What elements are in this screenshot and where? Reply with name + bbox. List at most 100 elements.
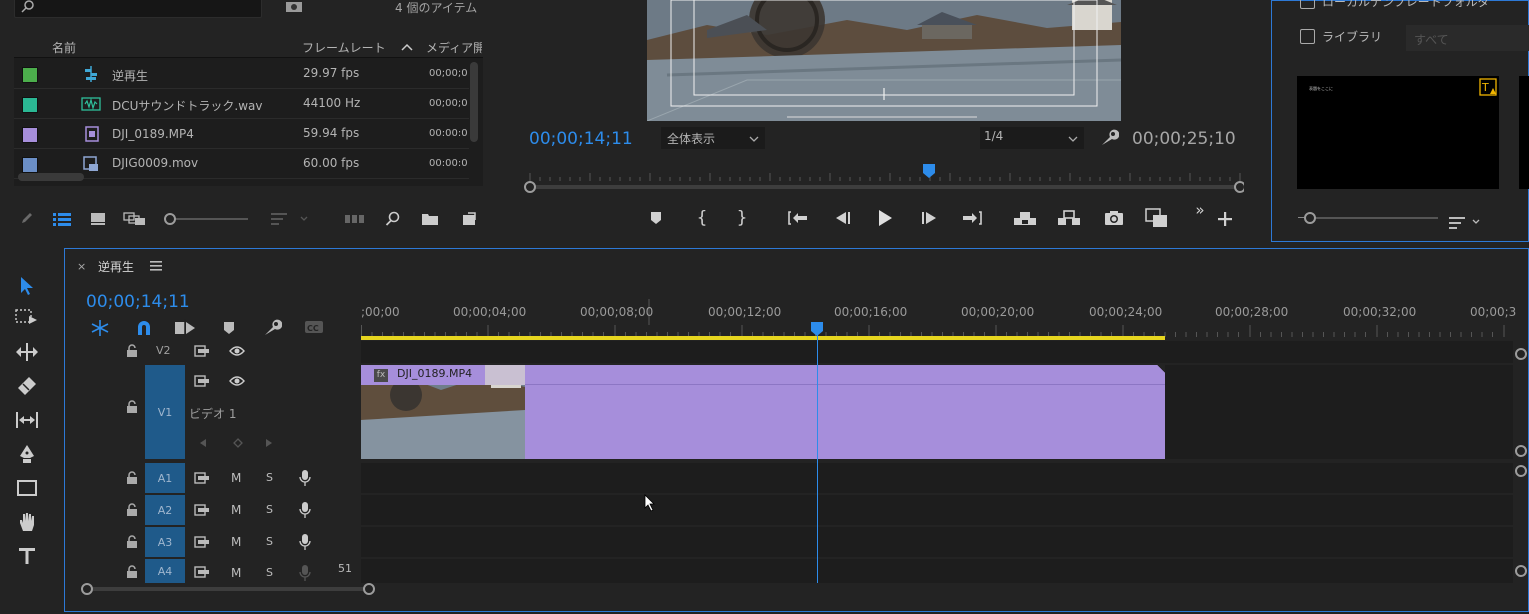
sync-lock-icon[interactable] bbox=[193, 502, 211, 518]
icon-view-icon[interactable] bbox=[90, 211, 106, 227]
playhead-line[interactable] bbox=[817, 335, 818, 583]
vertical-scroll-handle[interactable] bbox=[1515, 348, 1527, 360]
timeline-time-ruler[interactable] bbox=[361, 299, 1513, 341]
search-input[interactable] bbox=[14, 0, 262, 18]
snap-magnet-icon[interactable] bbox=[133, 318, 155, 338]
work-area-bar[interactable] bbox=[361, 336, 1165, 340]
local-templates-checkbox[interactable] bbox=[1300, 0, 1315, 9]
ripple-edit-tool-icon[interactable] bbox=[14, 340, 40, 364]
fx-badge[interactable]: fx bbox=[374, 369, 388, 382]
mute-button[interactable]: M bbox=[231, 471, 241, 485]
track-a3[interactable] bbox=[361, 527, 1513, 557]
playback-resolution-select[interactable]: 1/4 bbox=[980, 127, 1084, 149]
hand-tool-icon[interactable] bbox=[14, 510, 40, 534]
sync-lock-icon[interactable] bbox=[193, 564, 211, 580]
mute-button[interactable]: M bbox=[231, 503, 241, 517]
list-item[interactable]: 逆再生 29.97 fps 00;00;0 bbox=[14, 59, 469, 89]
sync-lock-icon[interactable] bbox=[193, 470, 211, 486]
extract-icon[interactable] bbox=[1056, 208, 1082, 228]
list-item[interactable]: DCUサウンドトラック.wav 44100 Hz 00;00;0 bbox=[14, 89, 469, 119]
column-framerate[interactable]: フレームレート bbox=[302, 39, 386, 56]
timeline-timecode[interactable]: 00;00;14;11 bbox=[86, 292, 190, 312]
captions-icon[interactable]: CC bbox=[303, 319, 325, 335]
step-forward-icon[interactable] bbox=[918, 209, 940, 227]
track-a1[interactable] bbox=[361, 463, 1513, 493]
sort-ascending-icon[interactable] bbox=[400, 42, 414, 52]
playhead-timecode[interactable]: 00;00;14;11 bbox=[529, 129, 633, 149]
lock-icon[interactable] bbox=[125, 502, 139, 518]
wrench-icon[interactable] bbox=[1098, 127, 1120, 149]
track-label-v2[interactable]: V2 bbox=[156, 344, 171, 357]
track-label-a3[interactable]: A3 bbox=[145, 527, 185, 557]
column-media-start[interactable]: メディア開 bbox=[426, 39, 482, 56]
list-item[interactable]: DJI_0189.MP4 59.94 fps 00:00:0 bbox=[14, 119, 469, 149]
find-icon[interactable] bbox=[384, 210, 402, 228]
more-controls-icon[interactable]: » bbox=[1192, 201, 1208, 219]
libraries-checkbox[interactable] bbox=[1300, 29, 1315, 44]
microphone-icon[interactable] bbox=[297, 533, 313, 551]
solo-button[interactable]: S bbox=[266, 535, 273, 548]
new-search-bin-icon[interactable] bbox=[284, 0, 304, 14]
solo-button[interactable]: S bbox=[266, 503, 273, 516]
list-view-icon[interactable] bbox=[52, 211, 72, 227]
new-item-icon[interactable] bbox=[460, 210, 478, 228]
add-marker-icon[interactable] bbox=[648, 209, 664, 227]
vertical-scroll-handle[interactable] bbox=[1515, 445, 1527, 457]
track-label-a1[interactable]: A1 bbox=[145, 463, 185, 493]
new-bin-icon[interactable] bbox=[420, 210, 440, 228]
sync-lock-icon[interactable] bbox=[193, 342, 211, 360]
track-select-tool-icon[interactable] bbox=[14, 306, 40, 330]
timeline-zoom-scrollbar[interactable] bbox=[81, 583, 377, 595]
lock-icon[interactable] bbox=[125, 399, 139, 415]
button-editor-plus-icon[interactable] bbox=[1216, 210, 1234, 228]
step-back-icon[interactable] bbox=[832, 209, 854, 227]
timeline-settings-wrench-icon[interactable] bbox=[261, 317, 283, 339]
toggle-output-eye-icon[interactable] bbox=[227, 373, 247, 389]
add-marker-icon[interactable] bbox=[221, 318, 237, 338]
play-icon[interactable] bbox=[874, 207, 896, 229]
mark-in-icon[interactable]: { bbox=[694, 207, 710, 229]
selection-tool-icon[interactable] bbox=[14, 273, 40, 299]
label-color-swatch[interactable] bbox=[22, 67, 38, 83]
pencil-icon[interactable] bbox=[20, 211, 34, 225]
lock-icon[interactable] bbox=[125, 564, 139, 580]
slip-tool-icon[interactable] bbox=[14, 408, 40, 432]
track-a4[interactable] bbox=[361, 559, 1513, 583]
thumbnail-size-slider[interactable] bbox=[1298, 211, 1438, 225]
hamburger-menu-icon[interactable] bbox=[149, 260, 163, 272]
nest-icon[interactable] bbox=[89, 318, 111, 338]
microphone-icon[interactable] bbox=[297, 564, 313, 582]
solo-button[interactable]: S bbox=[266, 471, 273, 484]
mute-button[interactable]: M bbox=[231, 566, 241, 580]
mute-button[interactable]: M bbox=[231, 535, 241, 549]
template-thumbnail[interactable]: 表題をここに T bbox=[1297, 76, 1499, 189]
type-tool-icon[interactable] bbox=[14, 544, 40, 568]
linked-selection-icon[interactable] bbox=[173, 318, 197, 338]
lift-icon[interactable] bbox=[1012, 208, 1038, 228]
vertical-scroll-handle[interactable] bbox=[1515, 565, 1527, 577]
solo-button[interactable]: S bbox=[266, 566, 273, 579]
label-color-swatch[interactable] bbox=[22, 157, 38, 173]
mark-out-icon[interactable]: } bbox=[734, 207, 750, 229]
program-playhead-icon[interactable] bbox=[922, 163, 936, 179]
automate-to-sequence-icon[interactable] bbox=[344, 211, 366, 227]
razor-tool-icon[interactable] bbox=[14, 374, 40, 398]
track-label-a2[interactable]: A2 bbox=[145, 495, 185, 525]
program-time-ruler[interactable] bbox=[524, 165, 1246, 195]
lock-icon[interactable] bbox=[125, 343, 139, 359]
vertical-scroll-handle[interactable] bbox=[1515, 465, 1527, 477]
sort-menu-icon[interactable] bbox=[1448, 215, 1484, 231]
sync-lock-icon[interactable] bbox=[193, 534, 211, 550]
add-keyframe-icon[interactable] bbox=[231, 436, 245, 450]
track-label-a4[interactable]: A4 bbox=[145, 559, 185, 583]
next-keyframe-icon[interactable] bbox=[263, 436, 275, 450]
track-v1[interactable]: fx DJI_0189.MP4 bbox=[361, 365, 1513, 459]
freeform-view-icon[interactable] bbox=[122, 211, 148, 227]
track-a2[interactable] bbox=[361, 495, 1513, 525]
export-frame-icon[interactable] bbox=[1102, 208, 1126, 228]
list-horizontal-scrollbar[interactable] bbox=[18, 173, 84, 181]
go-to-out-icon[interactable] bbox=[960, 209, 984, 227]
zoom-level-select[interactable]: 全体表示 bbox=[661, 127, 765, 149]
sequence-tab[interactable]: 逆再生 bbox=[98, 258, 134, 275]
lock-icon[interactable] bbox=[125, 534, 139, 550]
